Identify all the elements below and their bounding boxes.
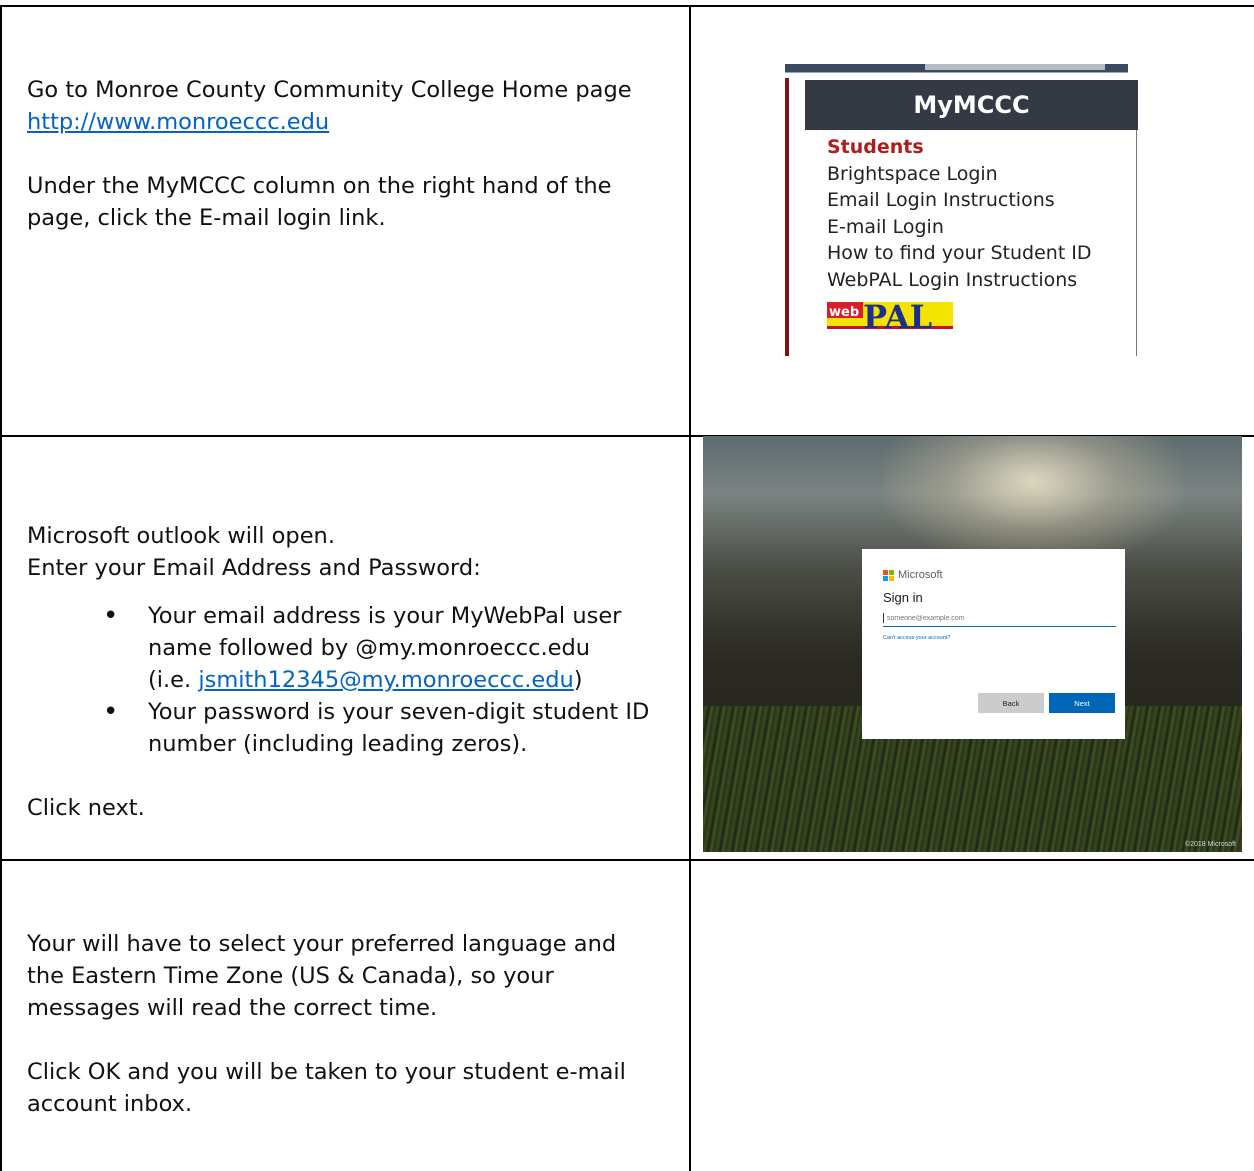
- microsoft-logo-icon: [883, 569, 894, 581]
- svg-text:PAL: PAL: [863, 298, 932, 336]
- instruction-table: Go to Monroe County Community College Ho…: [0, 0, 1254, 1171]
- brightspace-login-link[interactable]: Brightspace Login: [827, 161, 1092, 188]
- email-input[interactable]: [883, 611, 1116, 627]
- step-1-text: Go to Monroe County Community College Ho…: [27, 74, 677, 234]
- step-1-line: Go to Monroe County Community College Ho…: [27, 77, 632, 103]
- panel-top-strip: [785, 64, 1128, 73]
- language-line1: Your will have to select your preferred …: [27, 931, 617, 957]
- click-next-line: Click next.: [27, 795, 145, 821]
- click-ok-line1: Click OK and you will be taken to your s…: [27, 1059, 626, 1085]
- click-ok-line2: account inbox.: [27, 1091, 193, 1117]
- enter-credentials-line: Enter your Email Address and Password:: [27, 555, 481, 581]
- microsoft-signin-screenshot: Microsoft Sign in Can't access your acco…: [703, 436, 1242, 852]
- signin-card: Microsoft Sign in Can't access your acco…: [862, 549, 1125, 739]
- copyright-text: ©2018 Microsoft: [1184, 841, 1236, 848]
- back-button[interactable]: Back: [978, 693, 1044, 713]
- list-item: Your email address is your MyWebPal user…: [103, 600, 677, 696]
- outlook-open-line: Microsoft outlook will open.: [27, 523, 335, 549]
- example-email-link[interactable]: jsmith12345@my.monroeccc.edu: [198, 667, 573, 693]
- list-item: Your password is your seven-digit studen…: [103, 696, 677, 760]
- step-1-instruction-line1: Under the MyMCCC column on the right han…: [27, 173, 612, 199]
- text-caret: [883, 613, 884, 623]
- step-3-text: Your will have to select your preferred …: [27, 928, 682, 1120]
- credentials-bullet-list: Your email address is your MyWebPal user…: [27, 600, 677, 760]
- svg-text:web: web: [829, 305, 859, 320]
- students-heading: Students: [827, 136, 924, 158]
- language-line2: the Eastern Time Zone (US & Canada), so …: [27, 963, 554, 989]
- panel-accent-bar: [785, 78, 789, 356]
- language-line3: messages will read the correct time.: [27, 995, 438, 1021]
- signin-title: Sign in: [883, 590, 923, 605]
- microsoft-brand: Microsoft: [883, 568, 943, 582]
- table-border-left: [0, 5, 2, 1171]
- mymccc-panel-screenshot: MyMCCC Students Brightspace Login Email …: [785, 64, 1138, 356]
- step-2-text: Microsoft outlook will open. Enter your …: [27, 520, 677, 824]
- table-border-top: [0, 5, 1254, 7]
- email-login-instructions-link[interactable]: Email Login Instructions: [827, 187, 1092, 214]
- next-button[interactable]: Next: [1049, 693, 1115, 713]
- cant-access-link[interactable]: Can't access your account?: [883, 635, 950, 641]
- find-student-id-link[interactable]: How to find your Student ID: [827, 240, 1092, 267]
- mymccc-link-list: Students Brightspace Login Email Login I…: [827, 134, 1092, 293]
- college-home-link[interactable]: http://www.monroeccc.edu: [27, 109, 329, 135]
- step-1-instruction-line2: page, click the E-mail login link.: [27, 205, 386, 231]
- webpal-login-instructions-link[interactable]: WebPAL Login Instructions: [827, 267, 1092, 294]
- webpal-logo-icon[interactable]: web PAL: [827, 296, 953, 336]
- email-login-link[interactable]: E-mail Login: [827, 214, 1092, 241]
- table-row-divider-2: [0, 859, 1254, 861]
- table-divider-vertical: [689, 5, 691, 1171]
- mymccc-header: MyMCCC: [805, 80, 1138, 130]
